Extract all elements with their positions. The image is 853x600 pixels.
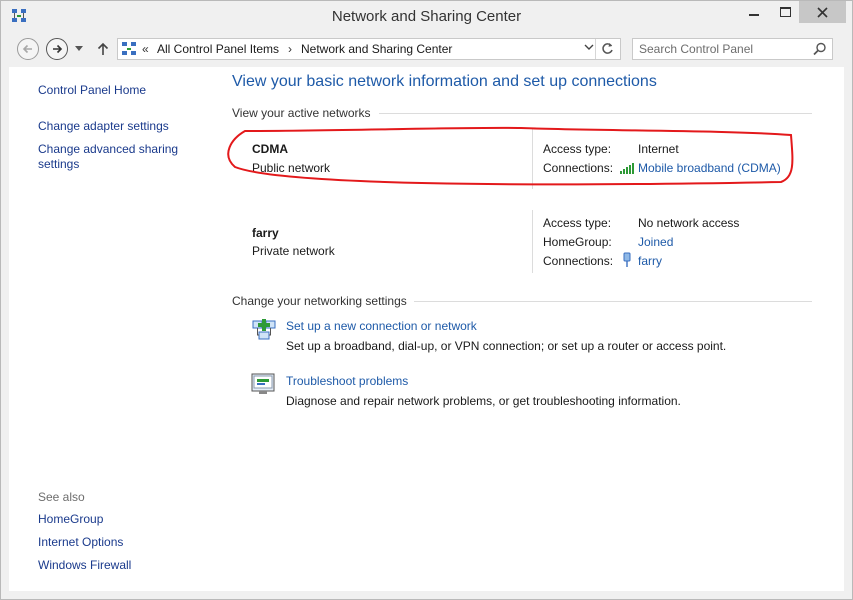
search-box[interactable]: [632, 38, 833, 60]
up-arrow-icon[interactable]: [97, 42, 109, 56]
section-divider: [379, 113, 812, 114]
section-divider: [414, 301, 812, 302]
internet-options-link[interactable]: Internet Options: [38, 535, 123, 550]
refresh-icon: [602, 43, 613, 54]
link-line-2[interactable]: settings: [38, 157, 178, 172]
recent-locations-icon[interactable]: [75, 46, 83, 51]
setup-new-connection-link[interactable]: Set up a new connection or network: [286, 319, 477, 333]
troubleshoot-problems-link[interactable]: Troubleshoot problems: [286, 374, 408, 388]
network-divider: [532, 129, 533, 189]
close-button[interactable]: [799, 1, 846, 23]
search-icon[interactable]: [813, 42, 827, 56]
access-type-value: No network access: [638, 216, 740, 230]
connections-label: Connections:: [543, 254, 614, 268]
control-panel-icon: [122, 42, 136, 55]
control-panel-home-link[interactable]: Control Panel Home: [38, 83, 146, 98]
ethernet-plug-icon: [623, 252, 631, 267]
window-title: Network and Sharing Center: [331, 8, 522, 25]
arrow-left-icon: [22, 44, 32, 54]
breadcrumb-network-and-sharing-center[interactable]: Network and Sharing Center: [301, 42, 452, 56]
minimize-button[interactable]: [740, 1, 768, 23]
access-type-label: Access type:: [543, 216, 612, 230]
close-icon: [817, 7, 828, 18]
link-line-1[interactable]: Change advanced sharing: [38, 142, 178, 157]
troubleshoot-icon[interactable]: [251, 373, 275, 395]
title-bar[interactable]: Network and Sharing Center: [1, 1, 852, 32]
homegroup-label: HomeGroup:: [543, 235, 612, 249]
network-divider: [532, 210, 533, 273]
window: Network and Sharing Center « All Control…: [0, 0, 853, 600]
task-description: Set up a broadband, dial-up, or VPN conn…: [286, 339, 727, 353]
active-networks-heading: View your active networks: [232, 106, 371, 120]
change-settings-heading: Change your networking settings: [232, 294, 407, 308]
page-title: View your basic network information and …: [232, 73, 657, 90]
access-type-label: Access type:: [543, 142, 612, 156]
windows-firewall-link[interactable]: Windows Firewall: [38, 558, 131, 573]
task-description: Diagnose and repair network problems, or…: [286, 394, 681, 408]
chevron-down-icon[interactable]: [584, 44, 594, 51]
signal-bars-icon: [620, 163, 634, 174]
arrow-right-icon: [53, 44, 63, 54]
left-pane: Control Panel Home Change adapter settin…: [9, 67, 214, 591]
access-type-value: Internet: [638, 142, 679, 156]
breadcrumb-separator[interactable]: ›: [288, 42, 292, 56]
search-input[interactable]: [639, 41, 809, 57]
breadcrumb-all-control-panel-items[interactable]: All Control Panel Items: [157, 42, 279, 56]
homegroup-joined-link[interactable]: Joined: [638, 235, 673, 249]
change-advanced-sharing-settings-link[interactable]: Change advanced sharing settings: [38, 142, 178, 172]
change-adapter-settings-link[interactable]: Change adapter settings: [38, 119, 169, 134]
ethernet-connection-link[interactable]: farry: [638, 254, 662, 268]
maximize-button[interactable]: [771, 1, 799, 23]
homegroup-link[interactable]: HomeGroup: [38, 512, 103, 527]
forward-button[interactable]: [46, 38, 68, 60]
network-name: CDMA: [252, 142, 288, 156]
mobile-broadband-link[interactable]: Mobile broadband (CDMA): [638, 161, 781, 175]
minimize-icon: [749, 14, 759, 16]
new-connection-icon[interactable]: [251, 318, 277, 342]
content-area: Control Panel Home Change adapter settin…: [9, 67, 844, 591]
see-also-heading: See also: [38, 490, 85, 504]
network-type[interactable]: Private network: [252, 244, 335, 258]
refresh-button[interactable]: [595, 39, 620, 59]
network-type[interactable]: Public network: [252, 161, 330, 175]
maximize-icon: [780, 7, 791, 17]
highlight-annotation: [227, 126, 794, 186]
address-bar[interactable]: « All Control Panel Items › Network and …: [117, 38, 621, 60]
back-button[interactable]: [17, 38, 39, 60]
breadcrumb-overflow[interactable]: «: [142, 42, 149, 56]
network-name: farry: [252, 226, 279, 240]
connections-label: Connections:: [543, 161, 614, 175]
